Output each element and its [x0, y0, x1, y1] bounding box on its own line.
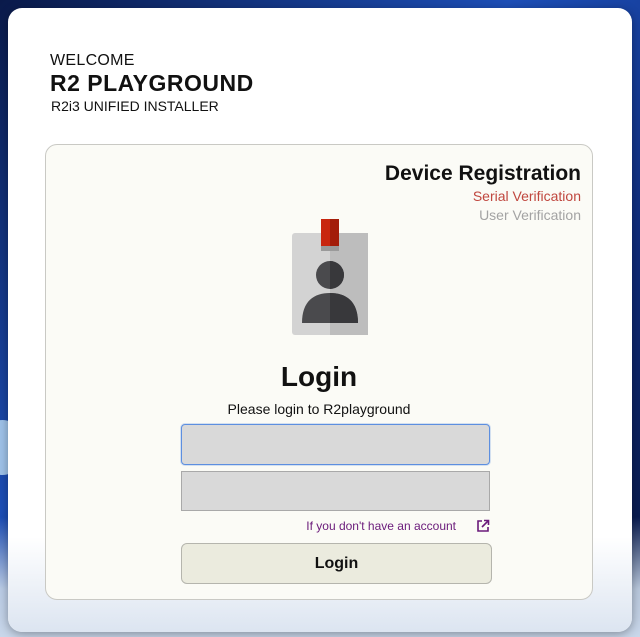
- account-row: If you don't have an account: [306, 519, 490, 533]
- login-title: Login: [280, 361, 358, 392]
- app-subtitle: R2i3 UNIFIED INSTALLER: [51, 98, 219, 114]
- step-serial-verification: Serial Verification: [472, 188, 581, 204]
- registration-title: Device Registration: [384, 162, 581, 185]
- welcome-text: WELCOME: [50, 52, 135, 69]
- desktop-background: WELCOME R2 PLAYGROUND R2i3 UNIFIED INSTA…: [0, 0, 640, 637]
- login-subtitle: Please login to R2playground: [227, 401, 411, 417]
- external-link-icon[interactable]: [476, 519, 490, 533]
- password-input[interactable]: [181, 471, 490, 511]
- username-input[interactable]: [181, 424, 490, 465]
- installer-window: WELCOME R2 PLAYGROUND R2i3 UNIFIED INSTA…: [8, 8, 632, 632]
- login-button[interactable]: Login: [181, 543, 492, 584]
- registration-steps: Device Registration Serial Verification …: [385, 161, 581, 225]
- create-account-link[interactable]: If you don't have an account: [306, 519, 456, 533]
- id-badge-icon: [292, 219, 368, 335]
- step-user-verification: User Verification: [479, 207, 581, 223]
- app-title: R2 PLAYGROUND: [50, 70, 254, 96]
- app-header: WELCOME R2 PLAYGROUND R2i3 UNIFIED INSTA…: [50, 52, 254, 115]
- login-card: Device Registration Serial Verification …: [45, 144, 593, 600]
